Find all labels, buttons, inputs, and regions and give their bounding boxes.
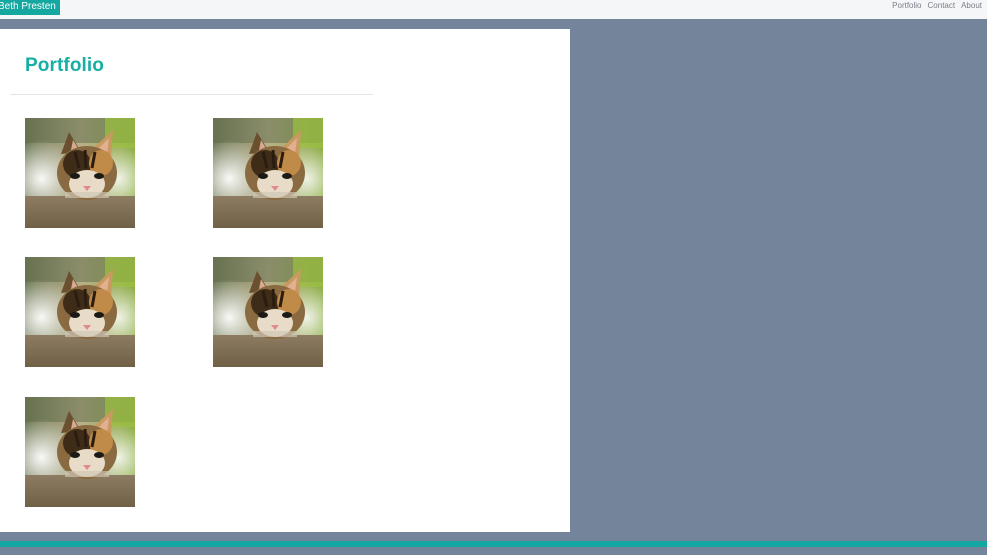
kitten-photo-image bbox=[25, 118, 135, 228]
nav-link-contact[interactable]: Contact bbox=[928, 0, 956, 12]
content-panel: Portfolio bbox=[0, 29, 570, 532]
portfolio-thumbnail[interactable] bbox=[213, 118, 323, 228]
kitten-photo-image bbox=[25, 397, 135, 507]
brand-logo-link[interactable]: Beth Presten bbox=[0, 0, 60, 15]
top-navbar: Beth Presten Portfolio Contact About bbox=[0, 0, 987, 19]
portfolio-thumbnail[interactable] bbox=[25, 397, 135, 507]
footer-accent-strip bbox=[0, 541, 987, 547]
page-title: Portfolio bbox=[25, 55, 104, 76]
title-divider bbox=[10, 94, 373, 95]
nav-menu: Portfolio Contact About bbox=[892, 0, 982, 12]
portfolio-thumbnail[interactable] bbox=[213, 257, 323, 367]
portfolio-thumbnail[interactable] bbox=[25, 118, 135, 228]
kitten-photo-image bbox=[213, 118, 323, 228]
nav-link-portfolio[interactable]: Portfolio bbox=[892, 0, 921, 12]
kitten-photo-image bbox=[25, 257, 135, 367]
portfolio-thumbnail[interactable] bbox=[25, 257, 135, 367]
kitten-photo-image bbox=[213, 257, 323, 367]
nav-link-about[interactable]: About bbox=[961, 0, 982, 12]
